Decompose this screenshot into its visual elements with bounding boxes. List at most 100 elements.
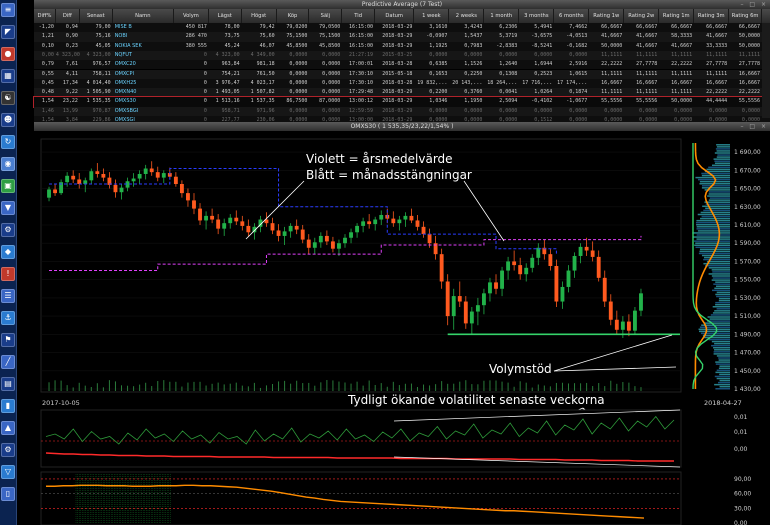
table-cell: 1,0346 — [414, 97, 449, 106]
column-header[interactable]: Köp — [277, 9, 310, 23]
column-header[interactable]: Senast — [80, 9, 113, 23]
column-header[interactable]: 2 weeks — [449, 9, 484, 23]
volume-profile-bar — [715, 361, 730, 363]
table-row[interactable]: 0,45 17,34 4 014,40 OMXH25 0 3 976,47 4 023,17… — [34, 79, 770, 88]
column-header[interactable]: Högst — [242, 9, 277, 23]
candle-icon[interactable]: ▮ — [1, 399, 15, 413]
column-header[interactable]: Rating 3m — [694, 9, 729, 23]
column-header[interactable]: Rating 1m — [659, 9, 694, 23]
alert-icon[interactable]: ! — [1, 267, 15, 281]
table-cell: 758,11 — [80, 70, 113, 79]
filter-icon[interactable]: ▼ — [1, 201, 15, 215]
column-header[interactable]: 1 month — [484, 9, 519, 23]
column-header[interactable]: Sälj — [309, 9, 342, 23]
table-cell: 7,4662 — [554, 23, 589, 32]
table-row[interactable]: 1,54 23,22 1 535,35 OMXS30 0 1 513,16 1 537,35… — [34, 97, 770, 106]
column-header[interactable]: Datum — [375, 9, 414, 23]
table-cell: 7,61 — [56, 60, 80, 69]
candle-body — [410, 216, 414, 221]
table-cell: 16,6667 — [624, 79, 659, 88]
graph-icon[interactable]: ╱ — [1, 355, 15, 369]
column-header[interactable]: Diff% — [34, 9, 56, 23]
table-row[interactable]: 0,79 7,61 976,57 OMXC20 0 963,84 981,18 0,0000 0… — [34, 60, 770, 69]
mountain-icon[interactable]: ▲ — [1, 421, 15, 435]
table-cell: 0,7983 — [449, 42, 484, 51]
list-icon[interactable]: ☰ — [1, 289, 15, 303]
calendar-icon[interactable]: ▣ — [1, 179, 15, 193]
volume-bar — [598, 383, 599, 391]
volume-bar — [508, 383, 509, 391]
doc-icon[interactable]: ▯ — [1, 487, 15, 501]
chart-icon[interactable]: ▦ — [1, 69, 15, 83]
menu-icon[interactable]: ≡ — [1, 3, 15, 17]
column-header[interactable]: Rating 2w — [624, 9, 659, 23]
table-row[interactable]: 0,10 0,23 45,05 NOKIA SEK 380 555 45,24 46,07 4… — [34, 42, 770, 51]
cog-icon[interactable]: ⚙ — [1, 223, 15, 237]
table-cell: 4 323,00 — [56, 51, 80, 60]
volume-bar — [55, 380, 56, 391]
table-cell: 0,0000 — [309, 60, 342, 69]
table-cell: 0,0000 — [659, 107, 694, 116]
column-header[interactable]: 6 months — [554, 9, 589, 23]
left-toolbar: ≡ ◤ ● ▦ ☯ ☻ ↻ ◉ ▣ ▼ ⚙ ◆! ☰ ⚓ ⚑ ╱ ▤ ▮ ▲ ⚙ ▽ ▯ — [0, 0, 17, 525]
tag-icon[interactable]: ◆ — [1, 245, 15, 259]
table-row[interactable]: 1,21 0,90 75,16 NOBI 286 470 73,75 75,60 75,150… — [34, 32, 770, 41]
table-row[interactable]: -1,20 0,94 79,00 MISE B 450 817 78,00 79,42 79,… — [34, 23, 770, 32]
toolbar-glyph: ⚙ — [2, 444, 14, 456]
table-cell: 1,0264 — [519, 88, 554, 97]
column-header[interactable]: Diff — [56, 9, 80, 23]
volume-bar — [151, 386, 152, 391]
column-header[interactable]: Namn — [113, 9, 174, 23]
column-header[interactable]: Volym — [174, 9, 209, 23]
column-header[interactable]: Lägst — [209, 9, 242, 23]
person-icon[interactable]: ☻ — [1, 113, 15, 127]
table-window-controls[interactable]: – □ × — [740, 1, 768, 8]
table-cell: 1,0615 — [554, 70, 589, 79]
volume-bar — [218, 383, 219, 391]
volume-bar — [109, 380, 110, 391]
chart-icon[interactable]: ◤ — [1, 25, 15, 39]
volume-bar — [622, 382, 623, 391]
table-cell: 22,2222 — [694, 88, 729, 97]
table-cell: -0,1682 — [554, 42, 589, 51]
table-row[interactable]: 0,55 4,11 758,11 OMXCPI 0 754,21 761,50 0,0000 0… — [34, 70, 770, 79]
table-cell: 0,0041 — [484, 88, 519, 97]
column-header[interactable]: Rating 1w — [589, 9, 624, 23]
table-row[interactable]: 1,46 13,99 970,87 OMXSBGI 0 958,71 971,96 0,000… — [34, 107, 770, 116]
flag-icon[interactable]: ⚑ — [1, 333, 15, 347]
volume-profile-bar — [704, 322, 730, 324]
refresh-icon[interactable]: ↻ — [1, 135, 15, 149]
yin-yang-icon[interactable]: ☯ — [1, 91, 15, 105]
table-cell: 16,6667 — [729, 79, 762, 88]
rss-icon[interactable]: ◉ — [1, 157, 15, 171]
table-cell: 0,2523 — [519, 70, 554, 79]
instrument-name: OMXSBGI — [113, 107, 174, 116]
candle-body — [77, 179, 81, 184]
table-row[interactable]: 0,00 4 323,00 4 323,00 NQFUT 0 4 323,00 4 349,… — [34, 51, 770, 60]
stop-icon[interactable]: ● — [1, 47, 15, 61]
table-cell: 0,0000 — [414, 107, 449, 116]
volume-profile-bar — [702, 185, 730, 187]
table-cell: 66,6667 — [589, 23, 624, 32]
table-scrollbar[interactable] — [762, 23, 770, 118]
volume-bar — [163, 380, 164, 391]
funnel-icon[interactable]: ▽ — [1, 465, 15, 479]
anchor-icon[interactable]: ⚓ — [1, 311, 15, 325]
instrument-name: OMXS30 — [113, 97, 174, 106]
volume-profile-bar — [715, 152, 730, 154]
column-header[interactable]: 3 months — [519, 9, 554, 23]
table-cell: 1 537,35 — [242, 97, 277, 106]
column-header[interactable]: Rating 6m — [729, 9, 762, 23]
volume-profile-bar — [714, 160, 730, 162]
gear-icon[interactable]: ⚙ — [1, 443, 15, 457]
chart-window-controls[interactable]: – □ × — [740, 123, 768, 130]
table-cell: 0,45 — [34, 79, 56, 88]
column-header[interactable]: Tid — [342, 9, 375, 23]
table-cell: 1,5437 — [449, 32, 484, 41]
candle-body — [422, 227, 426, 234]
volume-bar — [115, 381, 116, 391]
table-row[interactable]: 0,48 9,22 1 505,90 OMXN40 0 1 493,05 1 507,82 0… — [34, 88, 770, 97]
grid-icon[interactable]: ▤ — [1, 377, 15, 391]
price-chart[interactable]: 1 690,00 1 670,00 1 650,00 1 630,00 1 610,00… — [34, 131, 770, 525]
column-header[interactable]: 1 week — [414, 9, 449, 23]
